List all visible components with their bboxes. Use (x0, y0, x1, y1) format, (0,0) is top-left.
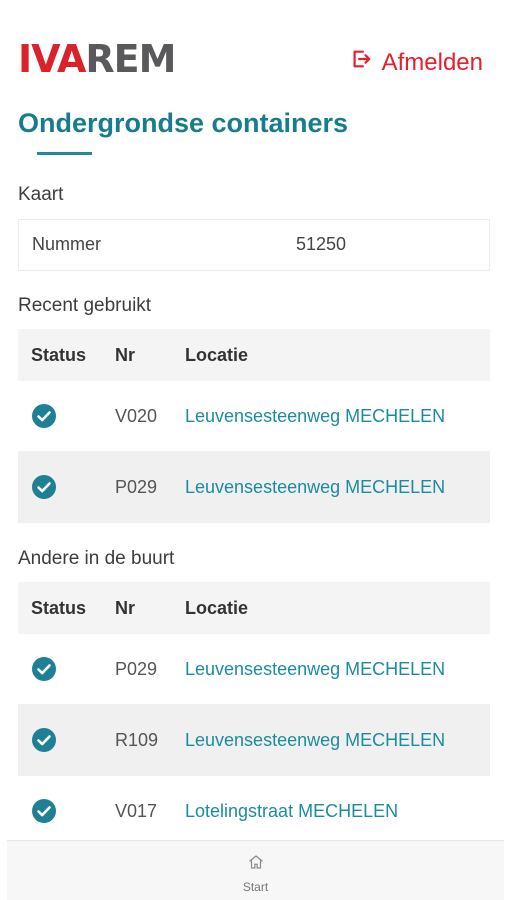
column-nr: Nr (115, 344, 136, 365)
container-nr: P029 (115, 658, 158, 679)
column-location: Locatie (185, 344, 249, 365)
card-number-label: Nummer (32, 234, 102, 254)
column-location: Locatie (185, 597, 249, 618)
card-number-value: 51250 (296, 234, 347, 254)
card-number-box: Nummer 51250 (18, 219, 490, 271)
logo-part-1: IVA (18, 37, 86, 81)
table-row[interactable]: V020 Leuvensesteenweg MECHELEN (18, 381, 490, 452)
home-icon (247, 853, 265, 874)
table-row[interactable]: P029 Leuvensesteenweg MECHELEN (18, 452, 490, 523)
container-nr: R109 (115, 729, 159, 750)
container-nr: P029 (115, 476, 158, 497)
table-header: Status Nr Locatie (18, 329, 490, 381)
column-status: Status (31, 344, 87, 365)
container-nr: V020 (115, 405, 158, 426)
status-cell (18, 474, 115, 500)
header: IVAREM Afmelden (0, 0, 507, 100)
status-cell (18, 403, 115, 429)
recent-table: Status Nr Locatie V020 Leuvensesteenweg … (18, 329, 490, 523)
page-title: Ondergrondse containers (18, 108, 349, 138)
check-circle-icon (32, 728, 56, 752)
column-nr: Nr (115, 597, 136, 618)
container-nr: V017 (115, 800, 158, 821)
bottom-nav: Start (7, 840, 504, 900)
ivarem-logo: IVAREM (18, 36, 176, 82)
status-cell (18, 727, 115, 753)
table-row[interactable]: P029 Leuvensesteenweg MECHELEN (18, 634, 490, 705)
table-header: Status Nr Locatie (18, 582, 490, 634)
location-link[interactable]: Lotelingstraat MECHELEN (185, 801, 490, 822)
sign-out-icon (350, 48, 372, 77)
nearby-table: Status Nr Locatie P029 Leuvensesteenweg … (18, 582, 490, 847)
column-status: Status (31, 597, 87, 618)
check-circle-icon (32, 404, 56, 428)
nav-item-label: Start (242, 880, 269, 894)
location-link[interactable]: Leuvensesteenweg MECHELEN (185, 659, 490, 680)
title-underline (37, 152, 92, 155)
location-link[interactable]: Leuvensesteenweg MECHELEN (185, 406, 490, 427)
table-row[interactable]: V017 Lotelingstraat MECHELEN (18, 776, 490, 847)
check-circle-icon (32, 475, 56, 499)
check-circle-icon (32, 657, 56, 681)
check-circle-icon (32, 799, 56, 823)
nearby-section-label: Andere in de buurt (18, 548, 175, 569)
logout-button[interactable]: Afmelden (350, 48, 483, 77)
status-cell (18, 798, 115, 824)
logout-label: Afmelden (381, 48, 483, 76)
location-link[interactable]: Leuvensesteenweg MECHELEN (185, 477, 490, 498)
app-screen: IVAREM Afmelden Ondergrondse containers … (0, 0, 507, 900)
logo-part-2: REM (85, 37, 176, 81)
nav-item-start[interactable]: Start (7, 853, 504, 894)
location-link[interactable]: Leuvensesteenweg MECHELEN (185, 730, 490, 751)
table-row[interactable]: R109 Leuvensesteenweg MECHELEN (18, 705, 490, 776)
card-section-label: Kaart (18, 184, 64, 205)
status-cell (18, 656, 115, 682)
recent-section-label: Recent gebruikt (18, 295, 152, 316)
